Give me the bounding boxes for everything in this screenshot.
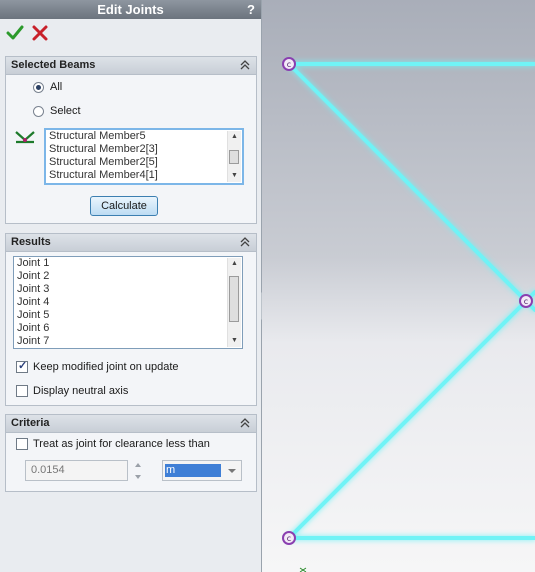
collapse-chevron-icon[interactable] <box>239 416 251 430</box>
selected-beams-title: Selected Beams <box>11 59 96 71</box>
results-header[interactable]: Results <box>6 234 256 252</box>
radio-all-label: All <box>50 81 63 93</box>
origin-triad-icon <box>299 567 307 572</box>
scroll-down-arrow-icon[interactable]: ▼ <box>228 170 241 182</box>
help-button[interactable]: ? <box>247 0 255 19</box>
keep-modified-checkbox-row[interactable]: Keep modified joint on update <box>16 359 179 374</box>
radio-select[interactable]: Select <box>33 103 81 119</box>
joint-list-item[interactable]: Joint 1 <box>14 257 242 270</box>
collapse-chevron-icon[interactable] <box>239 235 251 249</box>
display-neutral-checkbox[interactable] <box>16 385 28 397</box>
beams-listbox[interactable]: Structural Member5 Structural Member2[3] S… <box>44 128 244 185</box>
joint-list-item[interactable]: Joint 7 <box>14 335 242 348</box>
selected-beams-header[interactable]: Selected Beams <box>6 57 256 75</box>
treat-as-joint-label: Treat as joint for clearance less than <box>33 438 210 450</box>
structural-member-icon <box>15 131 35 144</box>
collapse-chevron-icon[interactable] <box>239 58 251 72</box>
criteria-header[interactable]: Criteria <box>6 415 256 433</box>
beam-structure: c c c <box>282 57 535 572</box>
display-neutral-checkbox-row[interactable]: Display neutral axis <box>16 384 128 398</box>
scroll-down-arrow-icon[interactable]: ▼ <box>228 335 241 347</box>
radio-select-indicator[interactable] <box>33 105 44 117</box>
joints-listbox[interactable]: Joint 1 Joint 2 Joint 3 Joint 4 Joint 5 Joint… <box>13 256 243 349</box>
edit-joints-panel: Edit Joints ? Selected Beams All Select <box>0 0 269 572</box>
dropdown-arrow-icon[interactable] <box>227 466 237 476</box>
ok-check-icon[interactable] <box>6 24 24 42</box>
joint-endpoint-icon: c <box>282 531 296 545</box>
beam-list-item[interactable]: Structural Member4[1] <box>46 169 242 182</box>
keep-modified-label: Keep modified joint on update <box>33 361 179 373</box>
results-title: Results <box>11 236 51 248</box>
treat-as-joint-checkbox[interactable] <box>16 438 28 450</box>
joint-list-item[interactable]: Joint 3 <box>14 283 242 296</box>
cancel-x-icon[interactable] <box>31 24 49 42</box>
beam-diagonal-upper <box>287 62 528 303</box>
radio-select-label: Select <box>50 105 81 117</box>
scroll-up-arrow-icon[interactable]: ▲ <box>228 131 241 143</box>
panel-title-bar: Edit Joints ? <box>0 0 261 19</box>
svg-text:c: c <box>524 297 528 306</box>
graphics-viewport[interactable]: c c c <box>262 0 535 572</box>
svg-text:c: c <box>287 60 291 69</box>
joint-endpoint-icon: c <box>282 57 296 71</box>
scroll-thumb[interactable] <box>229 150 239 164</box>
display-neutral-label: Display neutral axis <box>33 385 129 397</box>
joint-list-item[interactable]: Joint 5 <box>14 309 242 322</box>
results-group: Results Joint 1 Joint 2 Joint 3 Joint 4 Join… <box>5 233 257 406</box>
panel-title: Edit Joints <box>97 2 164 17</box>
criteria-title: Criteria <box>11 417 50 429</box>
joints-scrollbar[interactable]: ▲ ▼ <box>227 258 241 347</box>
beam-list-item[interactable]: Structural Member5 <box>46 130 242 143</box>
beam-diagonal-lower <box>287 299 528 540</box>
beam-list-item[interactable]: Structural Member2[5] <box>46 156 242 169</box>
joint-list-item[interactable]: Joint 6 <box>14 322 242 335</box>
unit-select-value: m <box>165 464 221 477</box>
joint-list-item[interactable]: Joint 4 <box>14 296 242 309</box>
selected-beams-group: Selected Beams All Select Structural Mem… <box>5 56 257 224</box>
clearance-spinner-icon[interactable] <box>133 460 143 482</box>
calculate-button[interactable]: Calculate <box>90 196 158 216</box>
clearance-value-field[interactable]: 0.0154 <box>25 460 128 481</box>
beam-list-item[interactable]: Structural Member2[3] <box>46 143 242 156</box>
radio-all[interactable]: All <box>33 79 62 95</box>
svg-text:c: c <box>287 534 291 543</box>
joint-endpoint-icon: c <box>519 294 533 308</box>
treat-as-joint-checkbox-row[interactable]: Treat as joint for clearance less than <box>16 437 210 451</box>
keep-modified-checkbox[interactable] <box>16 359 28 373</box>
scroll-thumb[interactable] <box>229 276 239 322</box>
unit-select[interactable]: m <box>162 460 242 481</box>
joint-list-item[interactable]: Joint 2 <box>14 270 242 283</box>
radio-all-indicator[interactable] <box>33 81 44 93</box>
criteria-group: Criteria Treat as joint for clearance le… <box>5 414 257 492</box>
scroll-up-arrow-icon[interactable]: ▲ <box>228 258 241 270</box>
beams-scrollbar[interactable]: ▲ ▼ <box>227 131 241 182</box>
